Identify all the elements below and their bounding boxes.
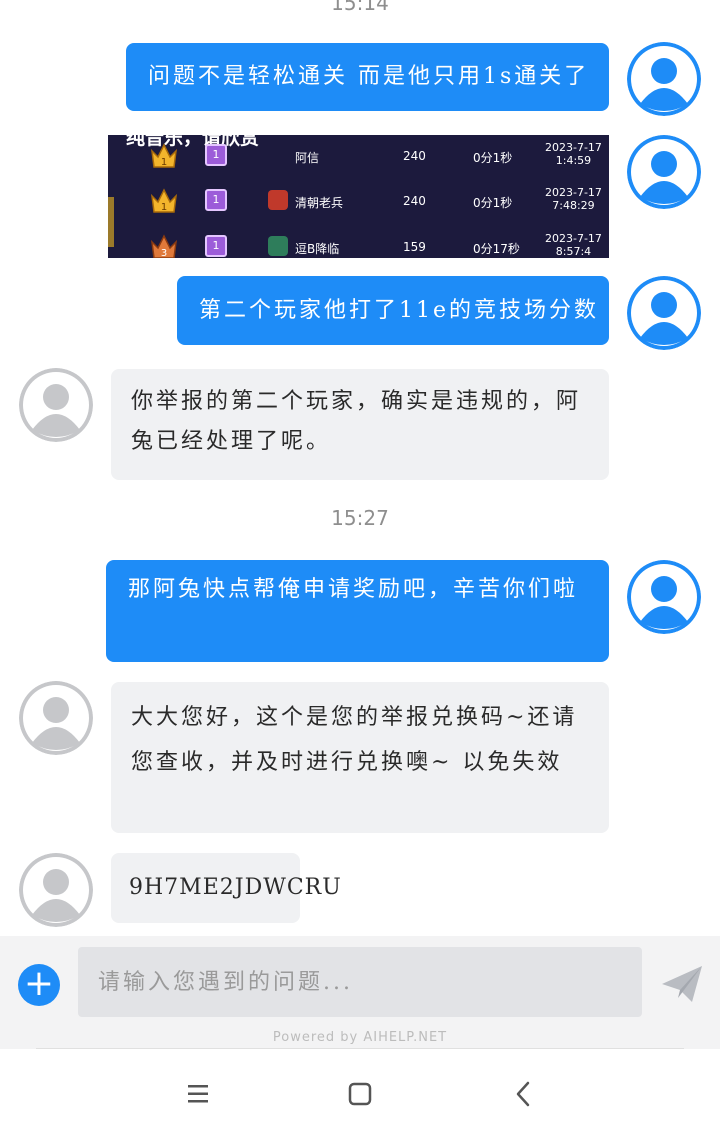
rank-number: 3	[161, 248, 167, 258]
gold-crown-icon: 1	[150, 141, 178, 169]
powered-by-text: Powered by AIHELP.NET	[272, 1030, 448, 1045]
chevron-back-icon[interactable]	[504, 1074, 544, 1114]
date-text: 2023-7-17	[545, 186, 602, 199]
square-home-icon[interactable]	[340, 1074, 380, 1114]
player-name: 阿信	[295, 151, 320, 165]
date-text: 2023-7-17	[545, 232, 602, 245]
chat-history[interactable]: 15:14 问题不是轻松通关 而是他只用1s通关了 纯音乐，请欣赏 1 1 阿信…	[0, 0, 720, 936]
player-score: 159	[403, 240, 426, 254]
date-text: 2023-7-17	[545, 141, 602, 154]
timestamp: 15:14	[331, 0, 389, 15]
user-message-bubble[interactable]: 那阿兔快点帮俺申请奖励吧，辛苦你们啦	[106, 560, 609, 662]
rank-number: 1	[161, 157, 167, 168]
redeem-code-bubble[interactable]: 9H7ME2JDWCRU	[111, 853, 341, 923]
agent-message-bubble[interactable]: 大大您好，这个是您的举报兑换码~还请您查收，并及时进行兑换噢~ 以免失效	[111, 682, 609, 833]
player-name: 清朝老兵	[295, 196, 344, 210]
agent-message-bubble[interactable]: 你举报的第二个玩家，确实是违规的，阿兔已经处理了呢。	[111, 369, 609, 480]
bronze-crown-icon: 3	[150, 232, 178, 258]
guild-emblem-icon	[268, 236, 288, 256]
record-date: 2023-7-17 1:4:59	[545, 141, 602, 167]
record-date: 2023-7-17 8:57:4	[545, 232, 602, 258]
player-score: 240	[403, 194, 426, 208]
timestamp: 15:27	[331, 506, 389, 530]
clock-text: 1:4:59	[555, 154, 592, 167]
player-name: 逗B降临	[295, 242, 340, 256]
record-date: 2023-7-17 7:48:29	[545, 186, 602, 212]
agent-avatar-icon	[19, 681, 93, 755]
clear-time: 0分1秒	[473, 196, 513, 210]
paper-plane-send-icon[interactable]	[660, 962, 704, 1006]
clock-text: 7:48:29	[552, 199, 595, 212]
leaderboard-row: 1 1 清朝老兵 240 0分1秒 2023-7-17 7:48:29	[108, 182, 609, 222]
guild-emblem-icon	[268, 190, 288, 210]
leaderboard-image-message[interactable]: 纯音乐，请欣赏 1 1 阿信 240 0分1秒 2023-7-17 1:4:59 …	[108, 135, 609, 258]
user-message-bubble[interactable]: 问题不是轻松通关 而是他只用1s通关了	[126, 43, 609, 111]
leaderboard-row: 3 1 逗B降临 159 0分17秒 2023-7-17 8:57:4	[108, 228, 609, 258]
clear-time: 0分1秒	[473, 151, 513, 165]
level-badge: 1	[205, 144, 227, 166]
user-avatar-icon	[627, 135, 701, 209]
leaderboard-row: 1 1 阿信 240 0分1秒 2023-7-17 1:4:59	[108, 137, 609, 177]
user-avatar-icon	[627, 42, 701, 116]
gold-crown-icon: 1	[150, 186, 178, 214]
player-score: 240	[403, 149, 426, 163]
agent-avatar-icon	[19, 853, 93, 927]
level-badge: 1	[205, 235, 227, 257]
level-badge: 1	[205, 189, 227, 211]
add-circle-icon[interactable]: +	[18, 964, 60, 1006]
user-message-bubble[interactable]: 第二个玩家他打了11e的竞技场分数	[177, 276, 609, 345]
message-input[interactable]	[78, 947, 642, 1017]
clear-time: 0分17秒	[473, 242, 520, 256]
hamburger-menu-icon[interactable]	[178, 1074, 218, 1114]
agent-avatar-icon	[19, 368, 93, 442]
user-avatar-icon	[627, 560, 701, 634]
clock-text: 8:57:4	[555, 245, 592, 258]
rank-number: 1	[161, 202, 167, 213]
user-avatar-icon	[627, 276, 701, 350]
chat-screen: 15:14 问题不是轻松通关 而是他只用1s通关了 纯音乐，请欣赏 1 1 阿信…	[0, 0, 720, 1136]
